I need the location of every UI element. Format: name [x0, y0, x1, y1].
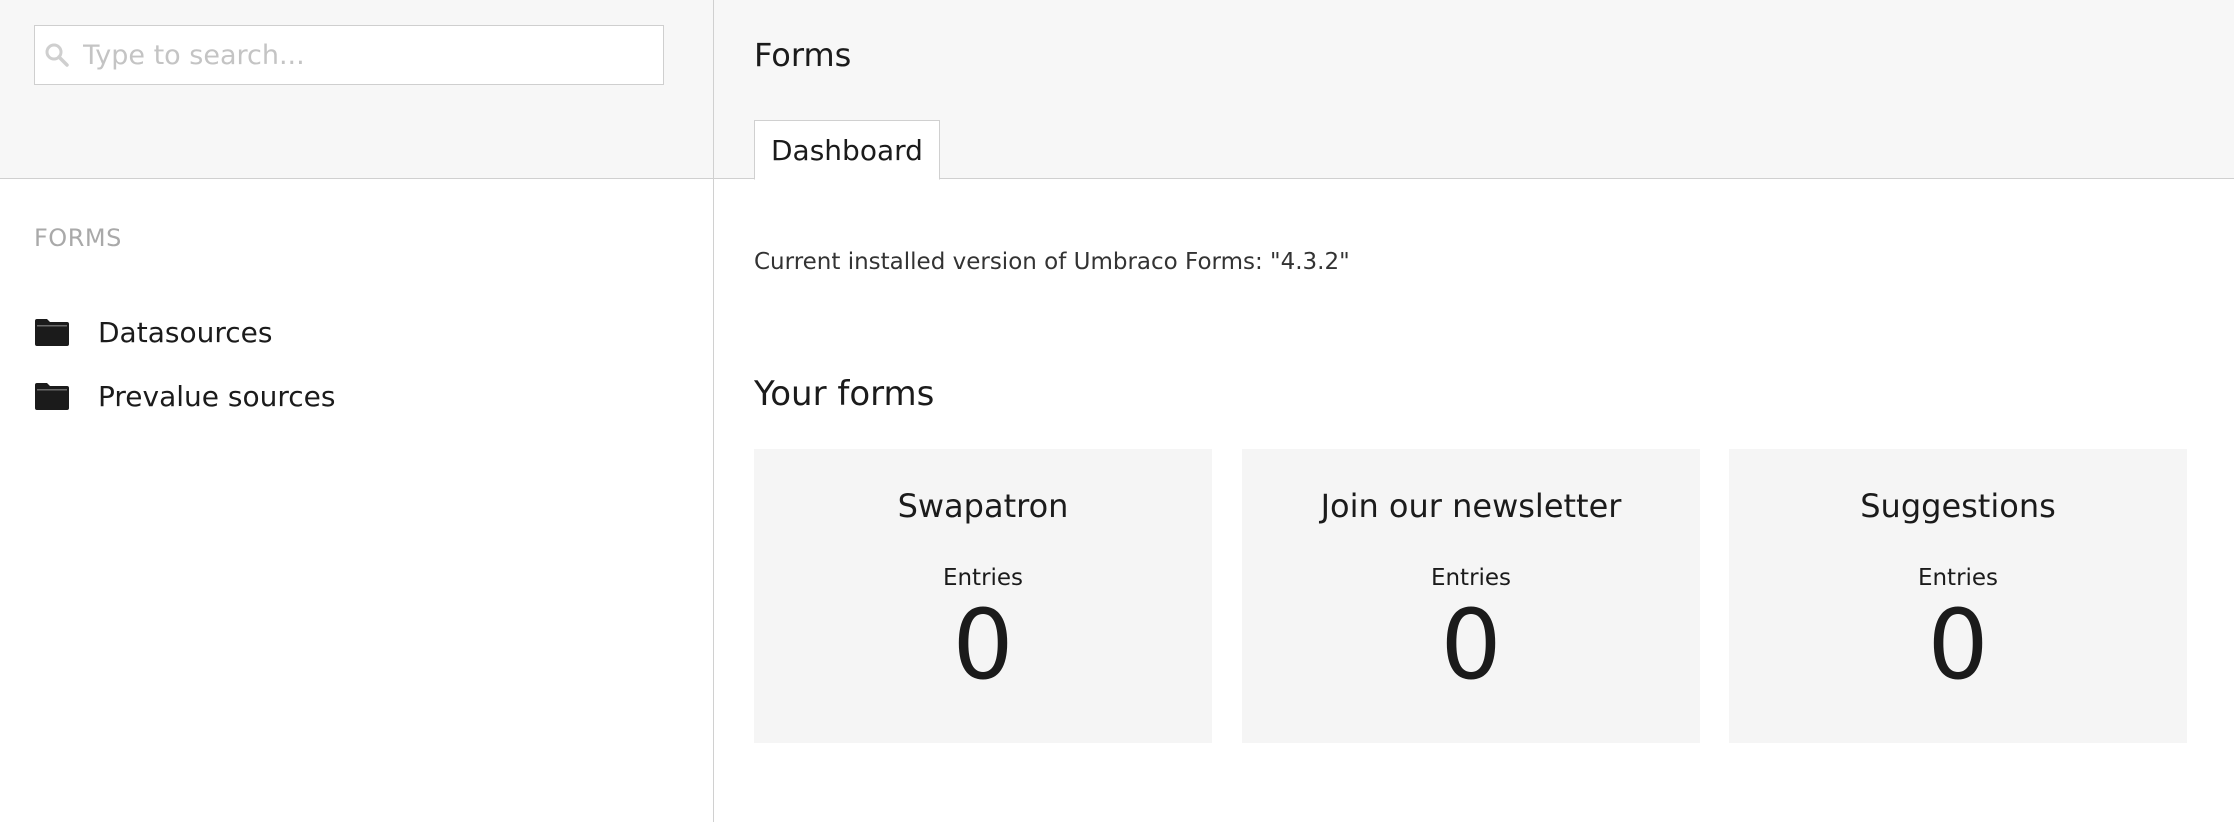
editor-header: Forms Dashboard: [714, 0, 2234, 180]
tab-label: Dashboard: [771, 133, 923, 167]
form-card-entries-count: 0: [952, 589, 1014, 701]
tree-panel: FORMS Datasources Prevalue sources: [0, 0, 714, 822]
search-input[interactable]: [83, 30, 643, 80]
form-card-entries-count: 0: [1927, 589, 1989, 701]
page-title: Forms: [754, 36, 852, 74]
form-card-entries-count: 0: [1440, 589, 1502, 701]
search-box[interactable]: [34, 25, 664, 85]
form-card-swapatron[interactable]: Swapatron Entries 0: [754, 449, 1212, 743]
folder-icon: [35, 383, 69, 410]
tree-item-label: Datasources: [98, 315, 273, 349]
tree-section-title: FORMS: [34, 224, 122, 252]
tree-header: [0, 0, 713, 179]
dashboard-content: Current installed version of Umbraco For…: [714, 179, 2234, 822]
version-text: Current installed version of Umbraco For…: [754, 249, 1350, 275]
form-card-title: Join our newsletter: [1320, 487, 1622, 525]
tab-dashboard[interactable]: Dashboard: [754, 120, 940, 180]
form-card-entries-label: Entries: [942, 565, 1024, 591]
search-icon: [45, 43, 69, 67]
form-card-join-our-newsletter[interactable]: Join our newsletter Entries 0: [1242, 449, 1700, 743]
tree-item-prevalue-sources[interactable]: Prevalue sources: [34, 374, 335, 418]
forms-heading: Your forms: [754, 374, 935, 414]
form-card-title: Swapatron: [897, 487, 1069, 525]
form-card-entries-label: Entries: [1917, 565, 1999, 591]
form-card-suggestions[interactable]: Suggestions Entries 0: [1729, 449, 2187, 743]
folder-icon: [35, 319, 69, 346]
form-card-entries-label: Entries: [1430, 565, 1512, 591]
form-card-title: Suggestions: [1860, 487, 2056, 525]
tree-item-datasources[interactable]: Datasources: [34, 310, 272, 354]
tree-item-label: Prevalue sources: [98, 379, 336, 413]
